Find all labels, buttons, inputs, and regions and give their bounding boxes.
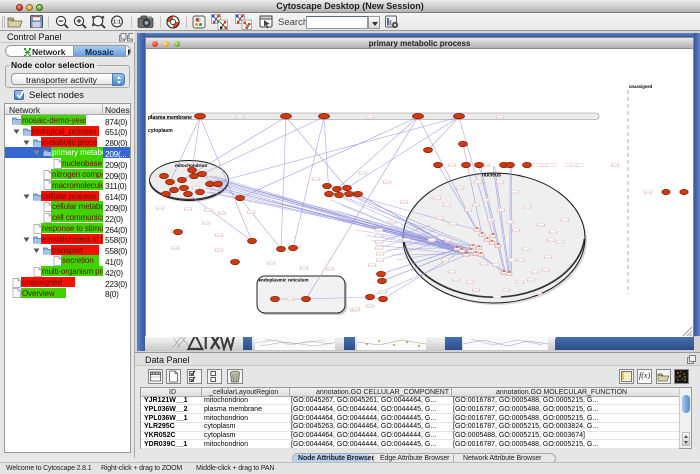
svg-text:cytoplasm: cytoplasm — [148, 128, 173, 134]
svg-text:[—·—]: [—·—] — [301, 267, 308, 270]
svg-text:[—·—]: [—·—] — [513, 229, 520, 232]
svg-text:[—·—]: [—·—] — [512, 191, 519, 194]
svg-text:[—·—]: [—·—] — [541, 164, 548, 167]
svg-text:[—·—]: [—·—] — [503, 289, 510, 292]
svg-text:[—·—]: [—·—] — [488, 219, 495, 222]
svg-text:[·—·]: [·—·] — [495, 245, 501, 248]
svg-text:endoplasmic reticulum: endoplasmic reticulum — [259, 278, 309, 283]
svg-text:[—·—]: [—·—] — [327, 268, 334, 271]
svg-text:[—·—]: [—·—] — [457, 187, 464, 190]
svg-text:[—·—]: [—·—] — [157, 207, 164, 210]
svg-text:[—·—]: [—·—] — [450, 223, 457, 226]
svg-text:[—·—]: [—·—] — [445, 239, 452, 242]
svg-text:[—·—]: [—·—] — [494, 296, 501, 299]
svg-text:[—·—]: [—·—] — [377, 259, 384, 262]
svg-text:[—·—]: [—·—] — [268, 262, 275, 265]
svg-text:[—·—]: [—·—] — [389, 221, 396, 224]
svg-text:[—·—]: [—·—] — [203, 222, 210, 225]
svg-text:[—·—]: [—·—] — [538, 224, 545, 227]
svg-text:[·—·]: [·—·] — [490, 235, 496, 238]
svg-text:[—·—]: [—·—] — [216, 249, 223, 252]
svg-text:[—·—]: [—·—] — [497, 181, 504, 184]
svg-text:[—·—]: [—·—] — [545, 256, 552, 259]
svg-text:[—·—]: [—·—] — [287, 298, 294, 301]
svg-text:nucleus: nucleus — [482, 173, 501, 179]
svg-text:[—·—]: [—·—] — [377, 253, 384, 256]
svg-text:[·—·]: [·—·] — [459, 250, 465, 253]
svg-text:1:1: 1:1 — [113, 20, 121, 26]
svg-text:[—·—]: [—·—] — [437, 217, 444, 220]
svg-text:[—·—]: [—·—] — [449, 164, 456, 167]
svg-text:[—·—]: [—·—] — [219, 212, 226, 215]
svg-text:[·—·]: [·—·] — [474, 229, 480, 232]
svg-text:[—·—]: [—·—] — [481, 263, 488, 266]
svg-text:[—·—]: [—·—] — [376, 229, 383, 232]
svg-text:[—·—]: [—·—] — [473, 289, 480, 292]
svg-text:[—·—]: [—·—] — [517, 281, 524, 284]
svg-text:[—·—]: [—·—] — [612, 164, 619, 167]
svg-text:[—·—]: [—·—] — [557, 241, 564, 244]
svg-text:[—·—]: [—·—] — [528, 279, 535, 282]
svg-text:[—·—]: [—·—] — [571, 164, 578, 167]
svg-text:[·—·]: [·—·] — [478, 254, 484, 257]
svg-text:[—·—]: [—·—] — [483, 199, 490, 202]
svg-text:[—·—]: [—·—] — [248, 211, 255, 214]
svg-text:[—·—]: [—·—] — [548, 239, 555, 242]
svg-text:[—·—]: [—·—] — [562, 219, 569, 222]
svg-text:[—·—]: [—·—] — [465, 209, 472, 212]
svg-text:[—·—]: [—·—] — [353, 308, 360, 311]
svg-text:[·—·]: [·—·] — [476, 247, 482, 250]
svg-text:[—·—]: [—·—] — [550, 231, 557, 234]
svg-text:[—·—]: [—·—] — [467, 281, 474, 284]
svg-text:[—·—]: [—·—] — [498, 209, 505, 212]
svg-text:[—·—]: [—·—] — [237, 116, 244, 119]
svg-text:[—·—]: [—·—] — [543, 269, 550, 272]
svg-text:[—·—]: [—·—] — [509, 259, 516, 262]
svg-text:[—·—]: [—·—] — [449, 271, 456, 274]
svg-text:[—·—]: [—·—] — [216, 234, 223, 237]
svg-text:[—·—]: [—·—] — [507, 221, 514, 224]
svg-text:[·—·]: [·—·] — [463, 254, 469, 257]
svg-text:[—·—]: [—·—] — [367, 116, 374, 119]
svg-text:[·—·]: [·—·] — [468, 250, 474, 253]
svg-text:[—·—]: [—·—] — [524, 206, 531, 209]
svg-text:[·—·]: [·—·] — [489, 242, 495, 245]
svg-text:[·—·]: [·—·] — [506, 273, 512, 276]
svg-text:[—·—]: [—·—] — [453, 279, 460, 282]
svg-text:[—·—]: [—·—] — [360, 172, 367, 175]
svg-text:[—·—]: [—·—] — [403, 239, 410, 242]
svg-text:[—·—]: [—·—] — [444, 204, 451, 207]
svg-text:[—·—]: [—·—] — [434, 197, 441, 200]
svg-text:[—·—]: [—·—] — [376, 241, 383, 244]
svg-text:mitochondrion: mitochondrion — [175, 163, 207, 168]
svg-text:[—·—]: [—·—] — [473, 204, 480, 207]
svg-text:[—·—]: [—·—] — [380, 291, 387, 294]
svg-text:[—·—]: [—·—] — [532, 271, 539, 274]
svg-text:[—·—]: [—·—] — [172, 247, 179, 250]
svg-text:[—·—]: [—·—] — [367, 305, 374, 308]
svg-text:[—·—]: [—·—] — [205, 209, 212, 212]
svg-text:[—·—]: [—·—] — [475, 181, 482, 184]
svg-text:[—·—]: [—·—] — [376, 235, 383, 238]
svg-text:[—·—]: [—·—] — [523, 248, 530, 251]
svg-text:[·—·]: [·—·] — [479, 234, 485, 237]
svg-text:[·—·]: [·—·] — [484, 239, 490, 242]
svg-text:[—·—]: [—·—] — [493, 264, 500, 267]
svg-text:[—·—]: [—·—] — [497, 116, 504, 119]
svg-text:[—·—]: [—·—] — [313, 178, 320, 181]
svg-text:[—·—]: [—·—] — [376, 247, 383, 250]
svg-text:plasma membrane: plasma membrane — [148, 115, 192, 121]
svg-text:[—·—]: [—·—] — [369, 264, 376, 267]
svg-text:[—·—]: [—·—] — [535, 292, 542, 295]
svg-text:[—·—]: [—·—] — [384, 181, 391, 184]
svg-text:[—·—]: [—·—] — [645, 191, 652, 194]
svg-text:[—·—]: [—·—] — [401, 201, 408, 204]
svg-text:[—·—]: [—·—] — [185, 208, 192, 211]
svg-text:[—·—]: [—·—] — [442, 259, 449, 262]
svg-text:[—·—]: [—·—] — [518, 259, 525, 262]
svg-text:[—·—]: [—·—] — [429, 239, 436, 242]
svg-text:unassigned: unassigned — [629, 84, 653, 89]
